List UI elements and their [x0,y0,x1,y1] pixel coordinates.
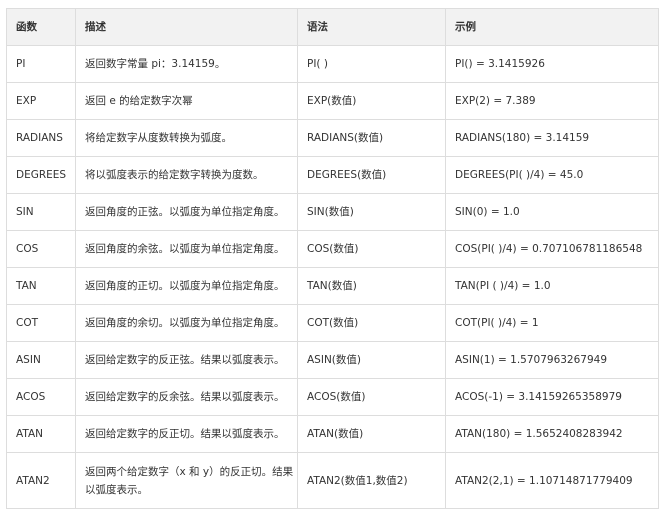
cell-function: ATAN [6,415,76,453]
table-body: PI 返回数字常量 pi：3.14159。 PI( ) PI() = 3.141… [6,45,659,509]
cell-function: DEGREES [6,156,76,194]
header-example: 示例 [445,8,659,46]
cell-example: EXP(2) = 7.389 [445,82,659,120]
cell-description: 返回数字常量 pi：3.14159。 [75,45,298,83]
table-header: 函数 描述 语法 示例 [6,8,659,46]
table-row: EXP 返回 e 的给定数字次幂 EXP(数值) EXP(2) = 7.389 [6,82,659,120]
header-syntax: 语法 [297,8,446,46]
cell-syntax: COS(数值) [297,230,446,268]
table-row: RADIANS 将给定数字从度数转换为弧度。 RADIANS(数值) RADIA… [6,119,659,157]
cell-syntax: ATAN(数值) [297,415,446,453]
cell-example: TAN(PI ( )/4) = 1.0 [445,267,659,305]
cell-example: PI() = 3.1415926 [445,45,659,83]
table-row: ATAN2 返回两个给定数字（x 和 y）的反正切。结果以弧度表示。 ATAN2… [6,452,659,509]
cell-function: COT [6,304,76,342]
header-function: 函数 [6,8,76,46]
cell-description: 返回角度的正切。以弧度为单位指定角度。 [75,267,298,305]
cell-syntax: RADIANS(数值) [297,119,446,157]
cell-function: ASIN [6,341,76,379]
table-row: TAN 返回角度的正切。以弧度为单位指定角度。 TAN(数值) TAN(PI (… [6,267,659,305]
table-row: SIN 返回角度的正弦。以弧度为单位指定角度。 SIN(数值) SIN(0) =… [6,193,659,231]
cell-example: ATAN(180) = 1.5652408283942 [445,415,659,453]
cell-example: DEGREES(PI( )/4) = 45.0 [445,156,659,194]
cell-syntax: PI( ) [297,45,446,83]
cell-function: TAN [6,267,76,305]
cell-description: 返回给定数字的反正切。结果以弧度表示。 [75,415,298,453]
cell-syntax: SIN(数值) [297,193,446,231]
cell-description: 返回 e 的给定数字次幂 [75,82,298,120]
cell-description: 将以弧度表示的给定数字转换为度数。 [75,156,298,194]
header-row: 函数 描述 语法 示例 [6,8,659,46]
cell-function: PI [6,45,76,83]
page: 函数 描述 语法 示例 PI 返回数字常量 pi：3.14159。 PI( ) … [0,0,666,518]
table-row: COT 返回角度的余切。以弧度为单位指定角度。 COT(数值) COT(PI( … [6,304,659,342]
cell-function: RADIANS [6,119,76,157]
cell-description: 将给定数字从度数转换为弧度。 [75,119,298,157]
table-row: PI 返回数字常量 pi：3.14159。 PI( ) PI() = 3.141… [6,45,659,83]
cell-example: ASIN(1) = 1.5707963267949 [445,341,659,379]
cell-example: ATAN2(2,1) = 1.10714871779409 [445,452,659,509]
cell-function: SIN [6,193,76,231]
cell-example: COS(PI( )/4) = 0.707106781186548 [445,230,659,268]
cell-example: COT(PI( )/4) = 1 [445,304,659,342]
cell-description: 返回角度的余弦。以弧度为单位指定角度。 [75,230,298,268]
table-row: DEGREES 将以弧度表示的给定数字转换为度数。 DEGREES(数值) DE… [6,156,659,194]
cell-description: 返回角度的正弦。以弧度为单位指定角度。 [75,193,298,231]
cell-function: EXP [6,82,76,120]
cell-example: ACOS(-1) = 3.14159265358979 [445,378,659,416]
table-row: ACOS 返回给定数字的反余弦。结果以弧度表示。 ACOS(数值) ACOS(-… [6,378,659,416]
table-row: ASIN 返回给定数字的反正弦。结果以弧度表示。 ASIN(数值) ASIN(1… [6,341,659,379]
cell-syntax: COT(数值) [297,304,446,342]
cell-syntax: ACOS(数值) [297,378,446,416]
cell-description: 返回给定数字的反余弦。结果以弧度表示。 [75,378,298,416]
function-table: 函数 描述 语法 示例 PI 返回数字常量 pi：3.14159。 PI( ) … [6,8,659,509]
cell-description: 返回两个给定数字（x 和 y）的反正切。结果以弧度表示。 [75,452,298,509]
cell-function: ACOS [6,378,76,416]
table-row: COS 返回角度的余弦。以弧度为单位指定角度。 COS(数值) COS(PI( … [6,230,659,268]
cell-syntax: ATAN2(数值1,数值2) [297,452,446,509]
cell-syntax: DEGREES(数值) [297,156,446,194]
cell-description: 返回角度的余切。以弧度为单位指定角度。 [75,304,298,342]
table-row: ATAN 返回给定数字的反正切。结果以弧度表示。 ATAN(数值) ATAN(1… [6,415,659,453]
cell-example: SIN(0) = 1.0 [445,193,659,231]
cell-example: RADIANS(180) = 3.14159 [445,119,659,157]
cell-function: ATAN2 [6,452,76,509]
cell-function: COS [6,230,76,268]
cell-syntax: TAN(数值) [297,267,446,305]
cell-syntax: ASIN(数值) [297,341,446,379]
header-description: 描述 [75,8,298,46]
cell-syntax: EXP(数值) [297,82,446,120]
cell-description: 返回给定数字的反正弦。结果以弧度表示。 [75,341,298,379]
